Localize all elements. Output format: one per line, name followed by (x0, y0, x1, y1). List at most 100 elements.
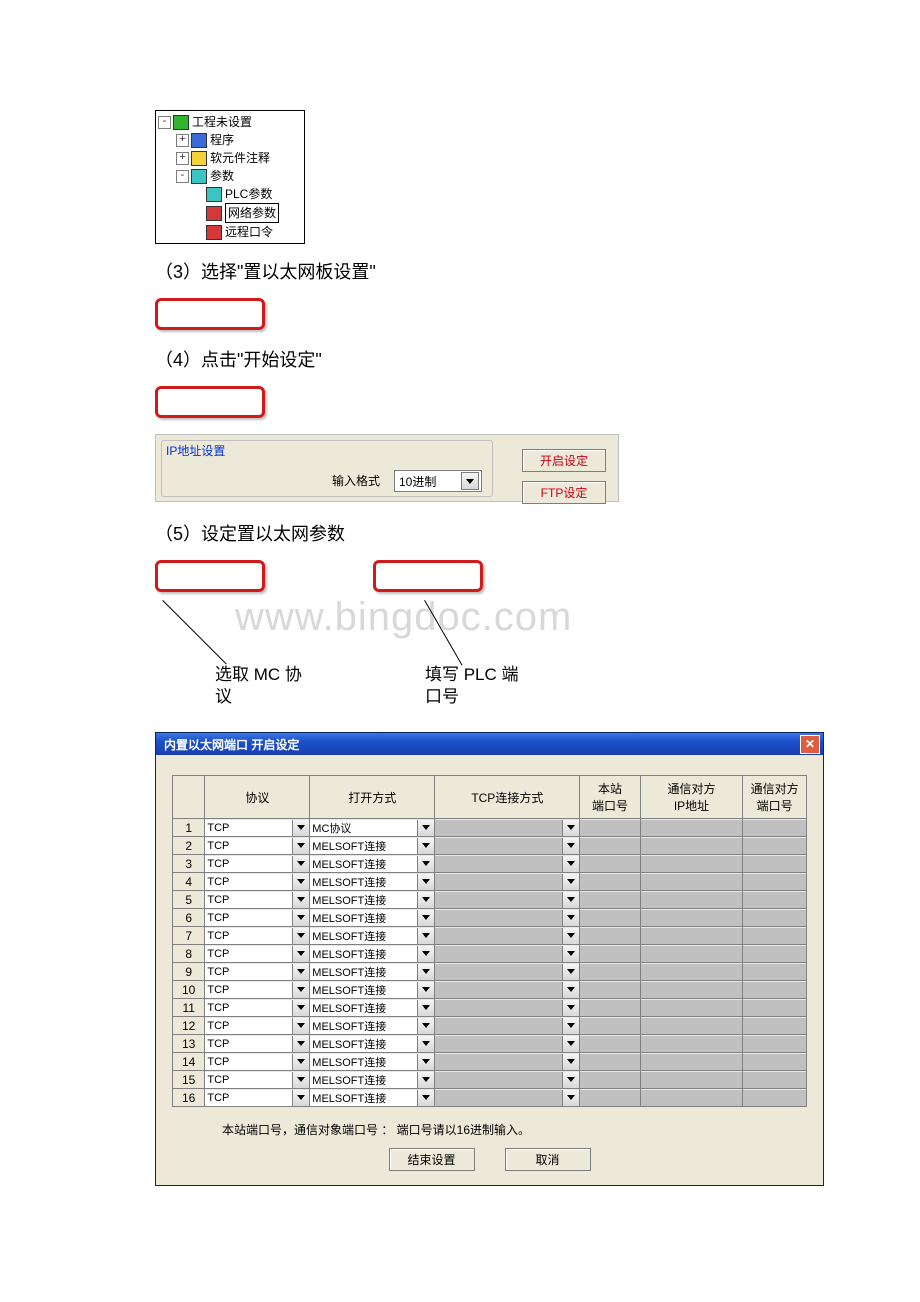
tcp-mode-select[interactable] (435, 1036, 579, 1052)
open-mode-select[interactable]: MELSOFT连接 (310, 1054, 434, 1070)
chevron-down-icon[interactable] (292, 1036, 309, 1052)
open-mode-select[interactable]: MELSOFT连接 (310, 1036, 434, 1052)
tcp-mode-select[interactable] (435, 964, 579, 980)
chevron-down-icon[interactable] (417, 1090, 434, 1106)
tcp-mode-select[interactable] (435, 856, 579, 872)
protocol-select[interactable]: TCP (205, 910, 309, 926)
tree-item-selected[interactable]: 网络参数 (225, 203, 279, 223)
chevron-down-icon[interactable] (417, 982, 434, 998)
open-mode-select[interactable]: MC协议 (310, 820, 434, 836)
chevron-down-icon[interactable] (417, 1036, 434, 1052)
finish-settings-button[interactable]: 结束设置 (389, 1148, 475, 1171)
tcp-mode-select[interactable] (435, 838, 579, 854)
chevron-down-icon[interactable] (562, 838, 579, 854)
ftp-settings-button[interactable]: FTP设定 (522, 481, 606, 504)
chevron-down-icon[interactable] (562, 856, 579, 872)
chevron-down-icon[interactable] (417, 928, 434, 944)
expand-icon[interactable]: + (176, 134, 189, 147)
chevron-down-icon[interactable] (562, 928, 579, 944)
tcp-mode-select[interactable] (435, 946, 579, 962)
protocol-select[interactable]: TCP (205, 838, 309, 854)
protocol-select[interactable]: TCP (205, 964, 309, 980)
chevron-down-icon[interactable] (562, 910, 579, 926)
protocol-select[interactable]: TCP (205, 820, 309, 836)
chevron-down-icon[interactable] (562, 964, 579, 980)
chevron-down-icon[interactable] (562, 874, 579, 890)
open-mode-select[interactable]: MELSOFT连接 (310, 892, 434, 908)
chevron-down-icon[interactable] (562, 1090, 579, 1106)
open-mode-select[interactable]: MELSOFT连接 (310, 910, 434, 926)
tcp-mode-select[interactable] (435, 1000, 579, 1016)
tree-item[interactable]: 软元件注释 (210, 149, 270, 167)
chevron-down-icon[interactable] (417, 1000, 434, 1016)
chevron-down-icon[interactable] (417, 964, 434, 980)
tree-item[interactable]: 远程口令 (225, 223, 273, 241)
protocol-select[interactable]: TCP (205, 1000, 309, 1016)
chevron-down-icon[interactable] (562, 1036, 579, 1052)
chevron-down-icon[interactable] (562, 820, 579, 836)
chevron-down-icon[interactable] (417, 1072, 434, 1088)
open-mode-select[interactable]: MELSOFT连接 (310, 874, 434, 890)
protocol-select[interactable]: TCP (205, 1036, 309, 1052)
project-tree[interactable]: - 工程未设置 + 程序 + 软元件注释 - 参数 PLC参数 (155, 110, 305, 244)
chevron-down-icon[interactable] (292, 856, 309, 872)
tcp-mode-select[interactable] (435, 1090, 579, 1106)
open-mode-select[interactable]: MELSOFT连接 (310, 964, 434, 980)
input-format-select[interactable]: 10进制 (394, 470, 482, 492)
chevron-down-icon[interactable] (417, 856, 434, 872)
protocol-select[interactable]: TCP (205, 982, 309, 998)
chevron-down-icon[interactable] (417, 1054, 434, 1070)
chevron-down-icon[interactable] (417, 946, 434, 962)
open-settings-button[interactable]: 开启设定 (522, 449, 606, 472)
tcp-mode-select[interactable] (435, 892, 579, 908)
chevron-down-icon[interactable] (292, 928, 309, 944)
tcp-mode-select[interactable] (435, 1054, 579, 1070)
cancel-button[interactable]: 取消 (505, 1148, 591, 1171)
tcp-mode-select[interactable] (435, 928, 579, 944)
chevron-down-icon[interactable] (292, 892, 309, 908)
open-mode-select[interactable]: MELSOFT连接 (310, 1000, 434, 1016)
open-mode-select[interactable]: MELSOFT连接 (310, 1090, 434, 1106)
open-mode-select[interactable]: MELSOFT连接 (310, 856, 434, 872)
open-mode-select[interactable]: MELSOFT连接 (310, 1072, 434, 1088)
protocol-select[interactable]: TCP (205, 1018, 309, 1034)
chevron-down-icon[interactable] (562, 892, 579, 908)
protocol-select[interactable]: TCP (205, 892, 309, 908)
tree-item[interactable]: 程序 (210, 131, 234, 149)
tcp-mode-select[interactable] (435, 874, 579, 890)
chevron-down-icon[interactable] (292, 964, 309, 980)
chevron-down-icon[interactable] (292, 874, 309, 890)
open-mode-select[interactable]: MELSOFT连接 (310, 1018, 434, 1034)
protocol-select[interactable]: TCP (205, 1090, 309, 1106)
close-icon[interactable]: ✕ (800, 735, 820, 754)
chevron-down-icon[interactable] (562, 1000, 579, 1016)
tcp-mode-select[interactable] (435, 982, 579, 998)
chevron-down-icon[interactable] (417, 838, 434, 854)
protocol-select[interactable]: TCP (205, 874, 309, 890)
chevron-down-icon[interactable] (292, 820, 309, 836)
tcp-mode-select[interactable] (435, 1072, 579, 1088)
chevron-down-icon[interactable] (417, 892, 434, 908)
collapse-icon[interactable]: - (158, 116, 171, 129)
chevron-down-icon[interactable] (562, 1054, 579, 1070)
chevron-down-icon[interactable] (292, 1072, 309, 1088)
protocol-select[interactable]: TCP (205, 1054, 309, 1070)
chevron-down-icon[interactable] (292, 982, 309, 998)
chevron-down-icon[interactable] (417, 820, 434, 836)
chevron-down-icon[interactable] (562, 1018, 579, 1034)
chevron-down-icon[interactable] (461, 472, 479, 490)
chevron-down-icon[interactable] (417, 910, 434, 926)
chevron-down-icon[interactable] (292, 946, 309, 962)
protocol-select[interactable]: TCP (205, 856, 309, 872)
chevron-down-icon[interactable] (292, 1090, 309, 1106)
open-mode-select[interactable]: MELSOFT连接 (310, 946, 434, 962)
chevron-down-icon[interactable] (417, 1018, 434, 1034)
tree-item[interactable]: 参数 (210, 167, 234, 185)
collapse-icon[interactable]: - (176, 170, 189, 183)
protocol-select[interactable]: TCP (205, 946, 309, 962)
expand-icon[interactable]: + (176, 152, 189, 165)
chevron-down-icon[interactable] (292, 838, 309, 854)
tcp-mode-select[interactable] (435, 1018, 579, 1034)
chevron-down-icon[interactable] (292, 1018, 309, 1034)
chevron-down-icon[interactable] (292, 1054, 309, 1070)
